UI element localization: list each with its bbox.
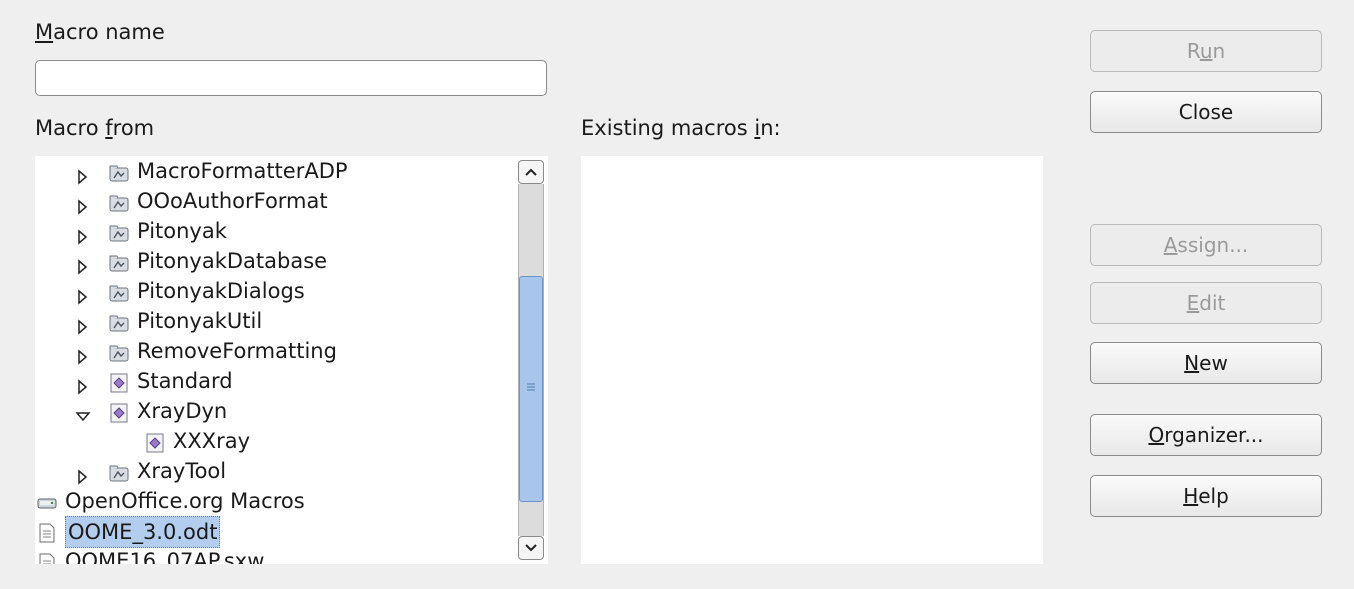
macro-from-label: Macro from [35, 116, 154, 140]
collapsed-triangle-icon[interactable] [75, 253, 91, 275]
library-folder-icon [109, 221, 129, 242]
tree-item-label: XXXray [173, 429, 251, 453]
collapsed-triangle-icon[interactable] [75, 193, 91, 215]
tree-item-label: MacroFormatterADP [137, 159, 348, 183]
library-folder-icon [109, 281, 129, 302]
close-label-pre: Close [1178, 100, 1234, 124]
collapsed-triangle-icon[interactable] [75, 223, 91, 245]
new-label-post: ew [1199, 351, 1228, 375]
tree-item-label: RemoveFormatting [137, 339, 337, 363]
library-folder-icon [109, 251, 129, 272]
collapsed-triangle-icon[interactable] [75, 343, 91, 365]
tree-item-label: PitonyakUtil [137, 309, 263, 333]
macro-name-input[interactable] [35, 60, 547, 96]
existing-macros-label: Existing macros in: [581, 116, 781, 140]
library-folder-icon [109, 461, 129, 482]
existing-macros-label-pre: Existing macros [581, 116, 755, 140]
document-icon [37, 521, 57, 543]
library-folder-icon [109, 191, 129, 212]
run-label-post: n [1212, 39, 1226, 63]
help-label-mnemonic: H [1183, 484, 1199, 508]
edit-label-post: dit [1199, 291, 1226, 315]
help-label-post: elp [1198, 484, 1229, 508]
macro-from-mnemonic: f [105, 116, 113, 140]
new-label-mnemonic: N [1184, 351, 1200, 375]
basic-library-icon [109, 401, 129, 423]
scroll-up-button[interactable] [518, 160, 544, 184]
run-button[interactable]: Run [1090, 30, 1322, 72]
tree-item-label: OOME_3.0.odt [65, 516, 221, 548]
collapsed-triangle-icon[interactable] [75, 463, 91, 485]
macro-from-label-post: rom [112, 116, 155, 140]
document-icon [37, 551, 57, 564]
macro-library-tree[interactable]: MacroFormatterADP OOoAuthorFormat Pitonyak… [35, 156, 548, 564]
edit-label-mnemonic: E [1186, 291, 1200, 315]
library-folder-icon [109, 311, 129, 332]
macro-name-label: Macro name [35, 20, 165, 44]
close-button[interactable]: Close [1090, 91, 1322, 133]
scroll-down-button[interactable] [518, 536, 544, 560]
tree-item-label: OpenOffice.org Macros [65, 489, 305, 513]
existing-macros-list[interactable] [581, 156, 1043, 564]
tree-item-label: OOoAuthorFormat [137, 189, 328, 213]
organizer-label-mnemonic: O [1148, 423, 1165, 447]
basic-library-icon [109, 371, 129, 393]
assign-label-post: ssign... [1177, 233, 1249, 257]
tree-item-label: OOME16_07AP.sxw [65, 549, 265, 564]
library-folder-icon [109, 161, 129, 182]
run-label-mnemonic: u [1199, 39, 1213, 63]
tree-scrollbar[interactable] [516, 156, 548, 564]
new-button[interactable]: New [1090, 342, 1322, 384]
tree-item-label: Standard [137, 369, 233, 393]
collapsed-triangle-icon[interactable] [75, 283, 91, 305]
organizer-button[interactable]: Organizer... [1090, 414, 1322, 456]
collapsed-triangle-icon[interactable] [75, 313, 91, 335]
drive-icon [37, 491, 57, 511]
chevron-up-icon [525, 168, 537, 176]
edit-button[interactable]: Edit [1090, 282, 1322, 324]
collapsed-triangle-icon[interactable] [75, 163, 91, 185]
basic-module-icon [145, 431, 165, 453]
tree-item-label: PitonyakDatabase [137, 249, 328, 273]
collapsed-triangle-icon[interactable] [75, 373, 91, 395]
expanded-triangle-icon[interactable] [75, 403, 91, 422]
tree-item-label: PitonyakDialogs [137, 279, 305, 303]
tree-item-label: XrayTool [137, 459, 227, 483]
run-label-pre: R [1186, 39, 1200, 63]
macro-name-mnemonic: M [35, 20, 54, 44]
chevron-down-icon [525, 544, 537, 552]
library-folder-icon [109, 341, 129, 362]
existing-macros-label-post: n: [760, 116, 781, 140]
scroll-thumb[interactable] [519, 276, 543, 502]
grip-icon [527, 383, 535, 391]
assign-button[interactable]: Assign... [1090, 224, 1322, 266]
macro-from-label-pre: Macro [35, 116, 106, 140]
tree-item-label: XrayDyn [137, 399, 228, 423]
macro-name-label-text: acro name [53, 20, 165, 44]
organizer-label-post: rganizer... [1164, 423, 1264, 447]
help-button[interactable]: Help [1090, 475, 1322, 517]
tree-item-label: Pitonyak [137, 219, 227, 243]
assign-label-mnemonic: A [1163, 233, 1178, 257]
